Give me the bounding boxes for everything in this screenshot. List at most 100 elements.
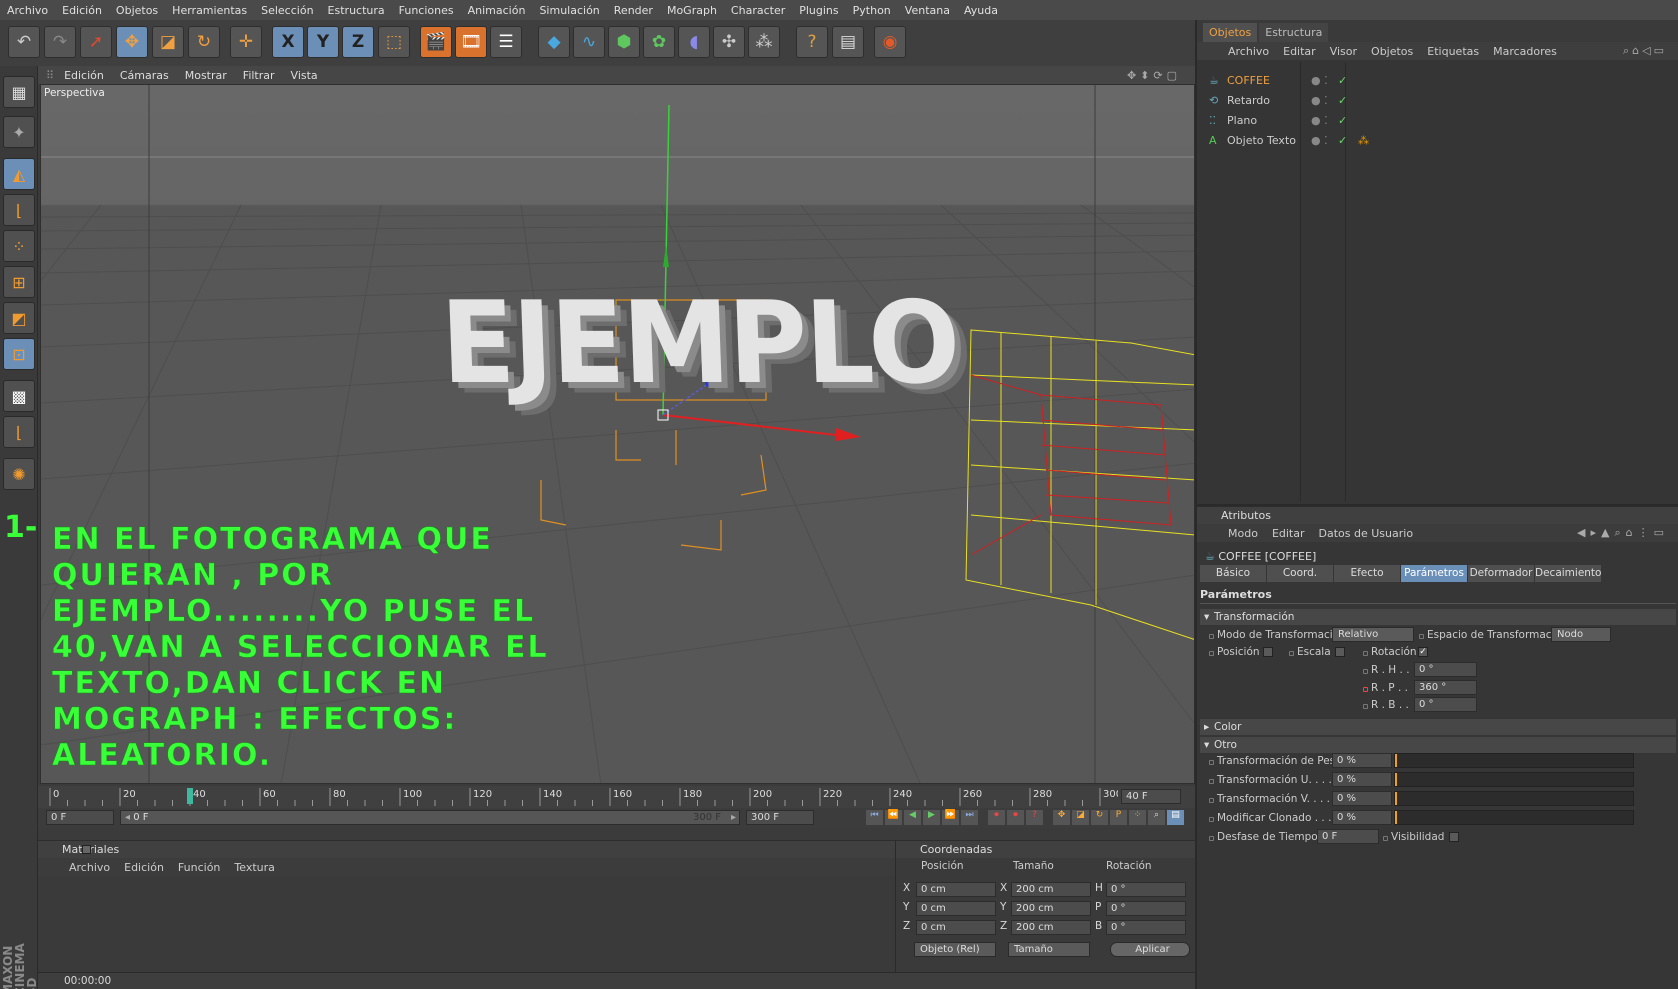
weight-transform-slider[interactable] <box>1394 753 1634 768</box>
select-icon[interactable]: ➚ <box>80 26 112 58</box>
key-rotation-icon[interactable]: ↻ <box>1091 810 1108 825</box>
visibility-dots[interactable]: ● ⁚ <box>1311 94 1328 107</box>
menu-mograph[interactable]: MoGraph <box>660 4 724 17</box>
other-section-header[interactable]: ▾ Otro <box>1200 737 1676 753</box>
attributes-menu-modo[interactable]: Modo <box>1221 527 1265 540</box>
objects-menu-visor[interactable]: Visor <box>1323 45 1364 58</box>
playhead[interactable] <box>187 788 193 804</box>
redo-icon[interactable]: ↷ <box>44 26 76 58</box>
array-icon[interactable]: ✿ <box>643 26 675 58</box>
visibility-dots[interactable]: ● ⁚ <box>1311 134 1328 147</box>
z-axis-icon[interactable]: Z <box>342 26 374 58</box>
render-picture-viewer-icon[interactable]: 🎞 <box>455 26 487 58</box>
go-to-end-icon[interactable]: ⏭ <box>961 810 978 825</box>
rot-p-field[interactable]: 0 ° <box>1106 901 1186 916</box>
menu-edicion[interactable]: Edición <box>55 4 109 17</box>
viewport-menu-vista[interactable]: Vista <box>283 69 326 82</box>
layout-icon[interactable]: ▦ <box>3 76 35 108</box>
viewport-menu-camaras[interactable]: Cámaras <box>112 69 177 82</box>
attributes-menu-editar[interactable]: Editar <box>1265 527 1312 540</box>
snap-icon[interactable]: ⌊ <box>3 416 35 448</box>
particles-icon[interactable]: ⁂ <box>748 26 780 58</box>
enabled-check-icon[interactable]: ✓ <box>1338 114 1347 127</box>
menu-character[interactable]: Character <box>724 4 792 17</box>
objects-menu-marcadores[interactable]: Marcadores <box>1486 45 1564 58</box>
anim-dot-keyed[interactable] <box>1363 687 1368 692</box>
object-axis-icon[interactable]: ⌊ <box>3 194 35 226</box>
rot-b-param-field[interactable]: 0 ° <box>1414 697 1477 712</box>
keyframe-help-icon[interactable]: ? <box>1026 810 1043 825</box>
current-frame-field[interactable]: 40 F <box>1121 789 1181 804</box>
play-back-icon[interactable]: ◀ <box>904 810 921 825</box>
menu-archivo[interactable]: Archivo <box>0 4 55 17</box>
key-position-icon[interactable]: ✥ <box>1053 810 1070 825</box>
record-icon[interactable]: ⏺ <box>988 810 1005 825</box>
enabled-check-icon[interactable]: ✓ <box>1338 74 1347 87</box>
viewport-menu-filtrar[interactable]: Filtrar <box>235 69 283 82</box>
enabled-check-icon[interactable]: ✓ <box>1338 94 1347 107</box>
anim-dot[interactable] <box>1209 760 1214 765</box>
anim-dot[interactable] <box>1209 651 1214 656</box>
u-transform-field[interactable]: 0 % <box>1332 772 1392 787</box>
globe-icon[interactable]: ◉ <box>874 26 906 58</box>
objects-menu-archivo[interactable]: Archivo <box>1221 45 1276 58</box>
autokey-icon[interactable]: ⏺ <box>1007 810 1024 825</box>
live-select-icon[interactable]: ✛ <box>230 26 262 58</box>
objects-menu-etiquetas[interactable]: Etiquetas <box>1420 45 1486 58</box>
visibility-dots[interactable]: ● ⁚ <box>1311 114 1328 127</box>
tab-basico[interactable]: Básico <box>1200 565 1266 582</box>
scale-checkbox[interactable] <box>1335 647 1345 657</box>
menu-plugins[interactable]: Plugins <box>792 4 845 17</box>
visibility-checkbox[interactable] <box>1449 832 1459 842</box>
position-checkbox[interactable] <box>1263 647 1273 657</box>
v-transform-slider[interactable] <box>1394 791 1634 806</box>
render-settings-icon[interactable]: ☰ <box>490 26 522 58</box>
menu-simulacion[interactable]: Simulación <box>532 4 606 17</box>
anim-dot[interactable] <box>1209 836 1214 841</box>
size-mode-select[interactable]: Tamaño <box>1008 942 1090 957</box>
key-param-icon[interactable]: P <box>1110 810 1127 825</box>
end-frame-field[interactable]: 300 F <box>746 810 814 825</box>
anim-dot[interactable] <box>1419 634 1424 639</box>
materials-menu-textura[interactable]: Textura <box>227 861 281 874</box>
timeline-options-icon[interactable]: ⌕ <box>1148 810 1165 825</box>
animation-mode-icon[interactable]: ⊡ <box>3 338 35 370</box>
rot-h-param-field[interactable]: 0 ° <box>1414 662 1477 677</box>
edges-mode-icon[interactable]: ⊞ <box>3 266 35 298</box>
sculpt-icon[interactable]: ✺ <box>3 458 35 490</box>
rotation-checkbox[interactable]: ✓ <box>1418 647 1428 657</box>
menu-estructura[interactable]: Estructura <box>321 4 392 17</box>
time-offset-field[interactable]: 0 F <box>1317 829 1379 844</box>
size-y-field[interactable]: 200 cm <box>1011 901 1091 916</box>
frame-range-slider[interactable]: ◂ 0 F 300 F ▸ <box>120 810 740 825</box>
object-row-coffee[interactable]: ☕ COFFEE ● ⁚ ✓ <box>1203 70 1673 90</box>
timeline-window-icon[interactable]: ▤ <box>1167 810 1184 825</box>
enabled-check-icon[interactable]: ✓ <box>1338 134 1347 147</box>
visibility-dots[interactable]: ● ⁚ <box>1311 74 1328 87</box>
viewport-menu-edicion[interactable]: Edición <box>56 69 112 82</box>
help-icon[interactable]: ? <box>796 26 828 58</box>
key-pla-icon[interactable]: ⁘ <box>1129 810 1146 825</box>
materials-menu-archivo[interactable]: Archivo <box>62 861 117 874</box>
menu-animacion[interactable]: Animación <box>461 4 533 17</box>
x-axis-icon[interactable]: X <box>272 26 304 58</box>
transform-space-select[interactable]: Nodo <box>1551 627 1611 642</box>
transform-section-header[interactable]: ▾ Transformación <box>1200 609 1676 625</box>
anim-dot[interactable] <box>1209 798 1214 803</box>
transform-mode-select[interactable]: Relativo <box>1332 627 1414 642</box>
layer-manager-icon[interactable]: ▤ <box>832 26 864 58</box>
tab-decaimiento[interactable]: Decaimiento <box>1535 565 1601 582</box>
weight-transform-field[interactable]: 0 % <box>1332 753 1392 768</box>
next-key-icon[interactable]: ⏩ <box>942 810 959 825</box>
object-manager-search-icons[interactable]: ⌕⌂◁▭ <box>1616 44 1674 58</box>
menu-seleccion[interactable]: Selección <box>254 4 320 17</box>
viewport-nav-icons[interactable]: ✥⬍⟳▢ <box>1119 69 1189 82</box>
rot-b-field[interactable]: 0 ° <box>1106 920 1186 935</box>
rot-h-field[interactable]: 0 ° <box>1106 882 1186 897</box>
menu-ventana[interactable]: Ventana <box>898 4 957 17</box>
menu-objetos[interactable]: Objetos <box>109 4 165 17</box>
anim-dot[interactable] <box>1209 634 1214 639</box>
v-transform-field[interactable]: 0 % <box>1332 791 1392 806</box>
apply-button[interactable]: Aplicar <box>1110 942 1190 957</box>
color-section-header[interactable]: ▸ Color <box>1200 719 1676 735</box>
